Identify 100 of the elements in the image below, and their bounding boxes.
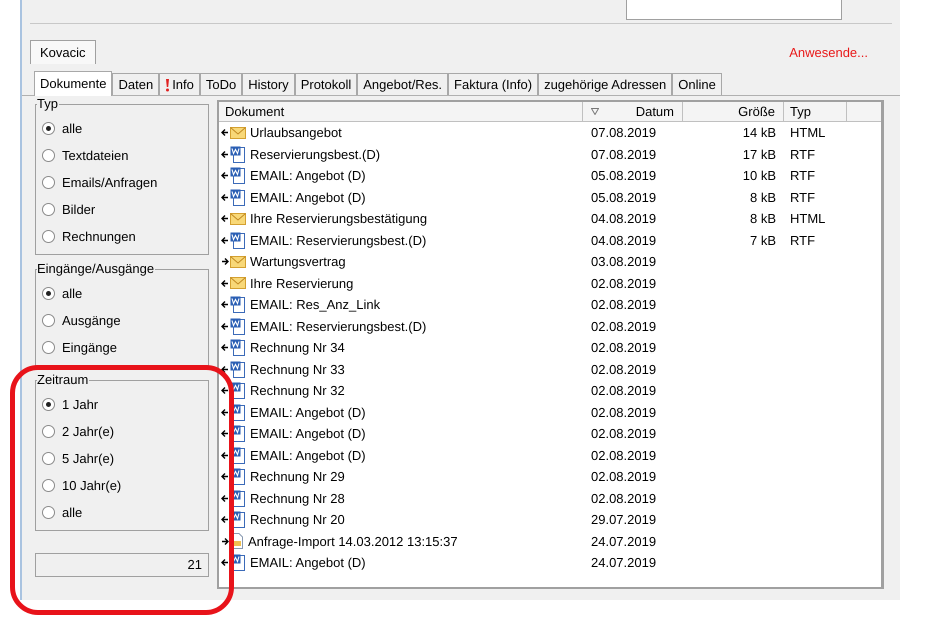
tab[interactable]: zugehörige Adressen <box>538 73 672 95</box>
tab[interactable]: History <box>242 73 295 95</box>
table-cell: 03.08.2019 <box>591 254 656 269</box>
document-row[interactable]: Anfrage-Import 14.03.2012 13:15:37 24.07.2019 <box>219 530 881 552</box>
radio-button[interactable] <box>42 341 55 354</box>
radio-button[interactable] <box>42 314 55 327</box>
radio-button[interactable] <box>42 479 55 492</box>
table-cell: 24.07.2019 <box>591 534 656 548</box>
document-row[interactable]: Rechnung Nr 20 29.07.2019 <box>219 509 881 530</box>
column-header[interactable]: Typ <box>784 102 847 121</box>
table-cell-text: Rechnung Nr 32 <box>250 382 345 400</box>
document-row[interactable]: Rechnung Nr 33 02.08.2019 <box>219 358 881 380</box>
radio-label[interactable]: 10 Jahr(e) <box>62 476 122 496</box>
document-row[interactable]: EMAIL: Reservierungsbest.(D) 02.08.2019 <box>219 316 881 337</box>
document-row[interactable]: Rechnung Nr 29 02.08.2019 <box>219 466 881 488</box>
column-header[interactable]: Datum <box>583 102 683 121</box>
radio-label[interactable]: Ausgänge <box>62 310 121 330</box>
radio-label[interactable]: alle <box>62 118 82 138</box>
table-cell: 07.08.2019 <box>591 125 656 140</box>
word-document-icon <box>230 318 246 335</box>
document-row[interactable]: Wartungsvertrag 03.08.2019 <box>219 251 881 272</box>
radio-label[interactable]: Bilder <box>62 200 96 220</box>
table-cell-text: 10 kB <box>742 167 776 185</box>
radio-button[interactable] <box>42 287 55 300</box>
document-row[interactable]: Rechnung Nr 28 02.08.2019 <box>219 488 881 509</box>
tab[interactable]: Online <box>672 73 722 95</box>
radio-button[interactable] <box>42 122 55 135</box>
table-cell-text: EMAIL: Angebot (D) <box>250 425 366 443</box>
tab[interactable]: Protokoll <box>294 73 358 95</box>
table-cell-text: Rechnung Nr 28 <box>250 490 345 508</box>
table-cell-text: EMAIL: Reservierungsbest.(D) <box>250 318 426 336</box>
document-row[interactable]: EMAIL: Angebot (D) 24.07.2019 <box>219 552 881 574</box>
table-cell-text: Ihre Reservierungsbestätigung <box>250 210 428 228</box>
radio-button[interactable] <box>42 425 55 438</box>
table-cell: 02.08.2019 <box>591 340 656 355</box>
document-row[interactable]: Ihre Reservierung 02.08.2019 <box>219 272 881 294</box>
table-cell: 02.08.2019 <box>591 426 656 441</box>
tab[interactable]: Angebot/Res. <box>357 73 448 95</box>
radio-button[interactable] <box>42 452 55 465</box>
tab[interactable]: Dokumente <box>34 71 112 96</box>
radio-label[interactable]: alle <box>62 502 82 522</box>
tab[interactable]: Info <box>159 73 200 95</box>
document-row[interactable]: EMAIL: Angebot (D) 02.08.2019 <box>219 423 881 444</box>
record-tab[interactable]: Kovacic <box>30 40 96 64</box>
table-cell-text: EMAIL: Res_Anz_Link <box>250 296 380 314</box>
table-cell: 02.08.2019 <box>591 297 656 312</box>
envelope-icon <box>230 277 246 290</box>
radio-button[interactable] <box>42 230 55 243</box>
document-row[interactable]: EMAIL: Angebot (D) 02.08.2019 <box>219 444 881 466</box>
table-cell: 02.08.2019 <box>591 490 656 506</box>
radio-button[interactable] <box>42 203 55 216</box>
document-row[interactable]: Rechnung Nr 34 02.08.2019 <box>219 337 881 358</box>
radio-label[interactable]: Textdateien <box>62 146 128 166</box>
table-cell: 05.08.2019 <box>591 168 656 183</box>
document-row[interactable]: Rechnung Nr 32 02.08.2019 <box>219 380 881 402</box>
table-cell: 02.08.2019 <box>591 448 656 462</box>
radio-button[interactable] <box>42 176 55 189</box>
table-cell-text: Urlaubsangebot <box>250 124 342 142</box>
radio-label[interactable]: Eingänge <box>62 338 117 358</box>
tab[interactable]: Faktura (Info) <box>448 73 538 95</box>
radio-label[interactable]: Emails/Anfragen <box>62 172 158 192</box>
radio-button[interactable] <box>42 398 55 411</box>
radio-label[interactable]: 1 Jahr <box>62 394 98 414</box>
radio-button[interactable] <box>42 506 55 519</box>
tab[interactable]: Daten <box>112 73 160 95</box>
tab[interactable]: ToDo <box>200 73 242 95</box>
radio-label[interactable]: 2 Jahr(e) <box>62 422 114 442</box>
table-cell-text: 7 kB <box>750 232 776 250</box>
table-cell-text: 14 kB <box>742 124 776 142</box>
column-header[interactable]: Größe <box>683 102 784 121</box>
exclamation-icon <box>165 78 170 92</box>
document-row[interactable]: Reservierungsbest.(D) 07.08.2019 17 kB RTF <box>219 144 881 165</box>
present-link[interactable]: Anwesende... <box>789 42 868 62</box>
input-field[interactable] <box>626 0 842 20</box>
document-row[interactable]: EMAIL: Angebot (D) 02.08.2019 <box>219 402 881 423</box>
table-cell-text: Rechnung Nr 34 <box>250 339 345 357</box>
table-cell-text: Anfrage-Import 14.03.2012 13:15:37 <box>248 532 458 551</box>
document-row[interactable]: EMAIL: Res_Anz_Link 02.08.2019 <box>219 294 881 316</box>
document-row[interactable]: Ihre Reservierungsbestätigung 04.08.2019 8 kB HTML <box>219 208 881 230</box>
group-title: Eingänge/Ausgänge <box>37 261 156 277</box>
radio-label[interactable]: 5 Jahr(e) <box>62 448 114 468</box>
table-cell: RTF <box>790 146 816 162</box>
document-row[interactable]: Urlaubsangebot 07.08.2019 14 kB HTML <box>219 122 881 144</box>
document-row[interactable]: EMAIL: Angebot (D) 05.08.2019 10 kB RTF <box>219 165 881 186</box>
radio-button[interactable] <box>42 149 55 162</box>
document-row[interactable]: EMAIL: Angebot (D) 05.08.2019 8 kB RTF <box>219 186 881 208</box>
radio-label[interactable]: alle <box>62 284 82 304</box>
document-row[interactable]: EMAIL: Reservierungsbest.(D) 04.08.2019 7 kB RTF <box>219 230 881 251</box>
word-document-icon <box>230 232 246 249</box>
table-cell: 02.08.2019 <box>591 469 656 484</box>
table-cell-text: EMAIL: Angebot (D) <box>250 554 366 572</box>
table-cell: 07.08.2019 <box>591 146 656 162</box>
table-cell: 05.08.2019 <box>591 190 656 204</box>
table-cell-text: EMAIL: Angebot (D) <box>250 446 366 465</box>
word-document-icon <box>230 296 246 314</box>
column-header[interactable]: Dokument <box>219 102 583 121</box>
radio-label[interactable]: Rechnungen <box>62 226 136 246</box>
count-field: 21 <box>35 553 209 577</box>
word-document-icon <box>230 167 246 184</box>
table-cell-text: 8 kB <box>750 188 776 206</box>
